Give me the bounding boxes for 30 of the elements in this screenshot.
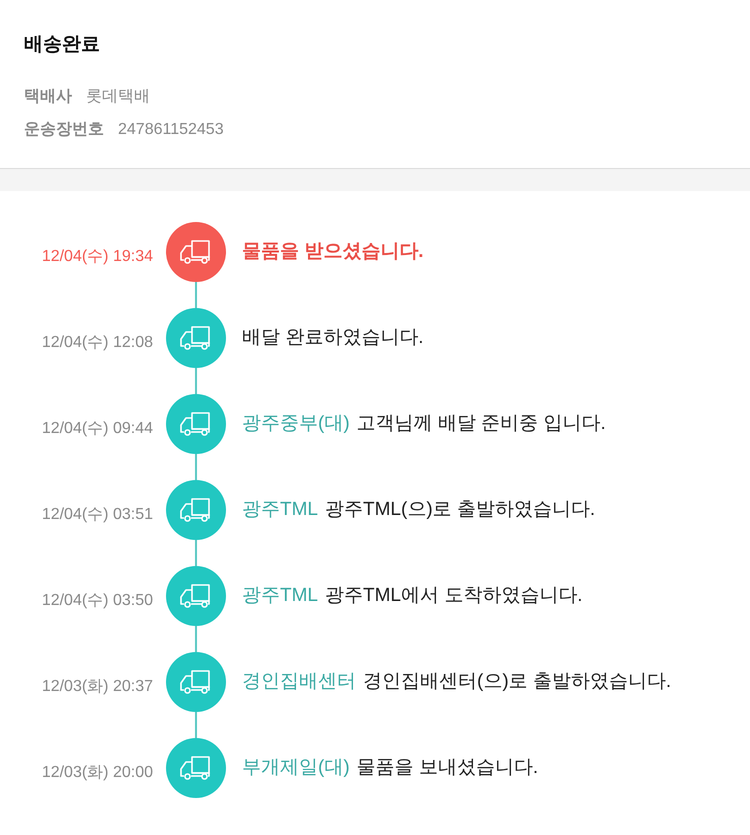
location-name: 광주중부(대) — [242, 412, 350, 436]
detail-value: 롯데택배 — [86, 87, 150, 107]
detail-value: 247861152453 — [118, 120, 224, 138]
timestamp: 12/03(화) 20:00 — [40, 763, 153, 783]
location-name: 부개제일(대) — [242, 756, 350, 780]
timeline-connector — [195, 454, 197, 480]
status-message: 물품을 받으셨습니다. — [242, 240, 424, 264]
timestamp: 12/04(수) 19:34 — [40, 247, 153, 267]
timeline-connector — [195, 368, 197, 394]
timestamp: 12/04(수) 09:44 — [40, 419, 153, 439]
detail-label: 택배사 — [24, 87, 72, 107]
status-message: 광주TML(으)로 출발하였습니다. — [325, 498, 596, 522]
status-message: 경인집배센터(으)로 출발하였습니다. — [363, 670, 672, 694]
delivery-status-title: 배송완료 — [24, 33, 101, 57]
timestamp: 12/04(수) 03:50 — [40, 591, 153, 611]
status-message: 물품을 보내셨습니다. — [356, 756, 538, 780]
detail-label: 운송장번호 — [24, 120, 104, 140]
status-message: 고객님께 배달 준비중 입니다. — [356, 412, 606, 436]
location-name: 광주TML — [242, 584, 318, 608]
location-name: 광주TML — [242, 498, 318, 522]
timestamp: 12/04(수) 12:08 — [40, 333, 153, 353]
timeline-connector — [195, 712, 197, 738]
status-message: 배달 완료하였습니다. — [242, 326, 424, 350]
timestamp: 12/03(화) 20:37 — [40, 677, 153, 697]
status-message: 광주TML에서 도착하였습니다. — [325, 584, 583, 608]
timeline-connector — [195, 282, 197, 308]
timeline-connector — [195, 626, 197, 652]
timestamp: 12/04(수) 03:51 — [40, 505, 153, 525]
location-name: 경인집배센터 — [242, 670, 356, 694]
timeline-connector — [195, 540, 197, 566]
